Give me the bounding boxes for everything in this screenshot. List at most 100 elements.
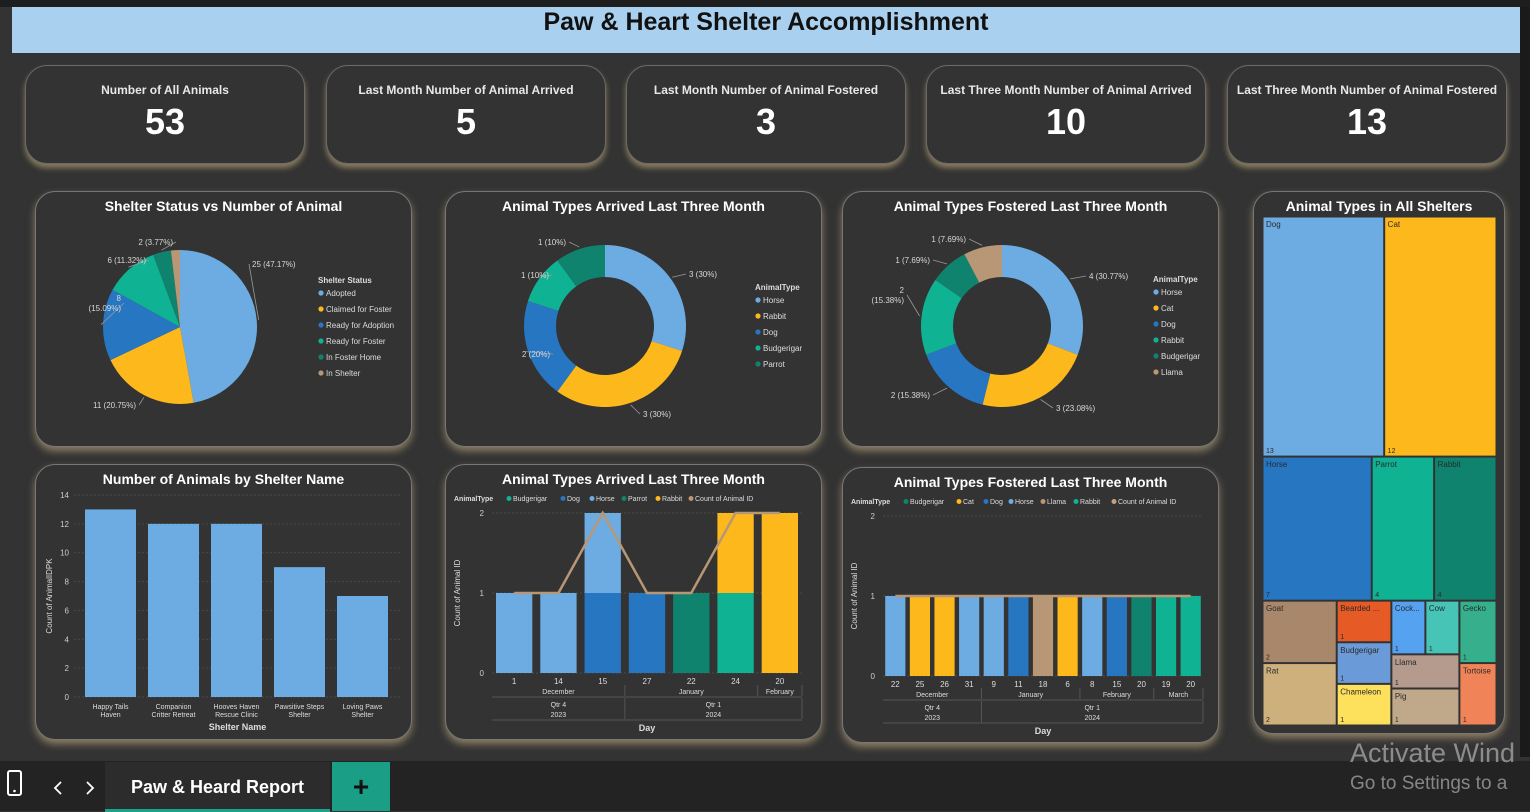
- stacked-bar-segment[interactable]: [934, 596, 955, 676]
- stacked-bar-segment[interactable]: [540, 593, 577, 673]
- slice-adopted[interactable]: [180, 250, 257, 403]
- slice-rabbit[interactable]: [557, 341, 683, 407]
- page-tab-paw-heard-report[interactable]: Paw & Heard Report: [105, 762, 330, 812]
- legend-marker[interactable]: [688, 496, 694, 501]
- legend-marker[interactable]: [755, 345, 761, 351]
- legend-marker[interactable]: [318, 338, 324, 344]
- stacked-bar-segment[interactable]: [673, 593, 710, 673]
- slice-horse[interactable]: [1002, 245, 1083, 355]
- legend-marker[interactable]: [1111, 499, 1117, 504]
- leader-line[interactable]: [138, 397, 145, 406]
- legend-marker[interactable]: [318, 290, 324, 296]
- stacked-bar-segment[interactable]: [495, 593, 533, 673]
- legend-marker[interactable]: [755, 297, 761, 303]
- stacked-bar-segment[interactable]: [584, 513, 621, 593]
- stacked-bar-segment[interactable]: [1106, 596, 1127, 676]
- legend-marker[interactable]: [506, 496, 512, 501]
- stacked-bar-segment[interactable]: [983, 596, 1004, 676]
- bar[interactable]: [85, 509, 136, 697]
- legend-marker[interactable]: [1153, 369, 1159, 375]
- legend-marker[interactable]: [1073, 499, 1079, 504]
- card-fostered-bar[interactable]: Animal Types Fostered Last Three Month A…: [842, 467, 1219, 743]
- legend-marker[interactable]: [755, 313, 761, 319]
- card-fostered-donut[interactable]: Animal Types Fostered Last Three Month 4…: [842, 191, 1219, 447]
- bar[interactable]: [337, 596, 388, 697]
- legend-marker[interactable]: [755, 329, 761, 335]
- stacked-bar-segment[interactable]: [1180, 596, 1201, 676]
- leader-line[interactable]: [630, 404, 641, 415]
- legend-marker[interactable]: [956, 499, 962, 504]
- stacked-bar-segment[interactable]: [761, 513, 799, 673]
- legend-marker[interactable]: [1153, 305, 1159, 311]
- stacked-bar-segment[interactable]: [1032, 596, 1054, 676]
- stacked-bar-segment[interactable]: [909, 596, 931, 676]
- stacked-bar-segment[interactable]: [717, 513, 754, 593]
- card-arrived-donut[interactable]: Animal Types Arrived Last Three Month 3 …: [445, 191, 822, 447]
- add-page-button[interactable]: +: [332, 762, 390, 811]
- fostered-stacked-bar-chart[interactable]: AnimalType Budgerigar Cat Dog Horse Llama Rabb…: [843, 468, 1218, 742]
- stacked-bar-segment[interactable]: [584, 593, 621, 673]
- kpi-card-all-animals[interactable]: Number of All Animals 53: [25, 65, 305, 164]
- slice-cat[interactable]: [982, 343, 1078, 407]
- stacked-bar-segment[interactable]: [1155, 596, 1177, 676]
- leader-line[interactable]: [1070, 275, 1087, 280]
- stacked-bar-segment[interactable]: [1082, 596, 1103, 676]
- card-shelter-bar[interactable]: Number of Animals by Shelter Name 024681…: [35, 464, 412, 740]
- legend-marker[interactable]: [318, 322, 324, 328]
- kpi-card-last-month-arrived[interactable]: Last Month Number of Animal Arrived 5: [326, 65, 606, 164]
- animal-types-treemap[interactable]: Dog 13 Cat 12 Horse 7 Parrot 4 Rabbit 4 Goat 2 Rat 2 B…: [1254, 192, 1504, 733]
- legend-marker[interactable]: [318, 306, 324, 312]
- arrived-donut-chart[interactable]: 3 (30%)3 (30%)2 (20%)1 (10%)1 (10%)Anima…: [446, 192, 821, 446]
- legend-marker[interactable]: [1153, 337, 1159, 343]
- leader-line[interactable]: [932, 259, 948, 265]
- legend-marker[interactable]: [318, 370, 324, 376]
- bar[interactable]: [148, 523, 199, 697]
- card-treemap[interactable]: Animal Types in All Shelters Dog 13 Cat 12 H…: [1253, 191, 1505, 734]
- legend-marker[interactable]: [621, 496, 627, 501]
- stacked-bar-segment[interactable]: [885, 596, 906, 676]
- leader-line[interactable]: [1040, 399, 1054, 409]
- legend-marker[interactable]: [655, 496, 661, 501]
- legend-marker[interactable]: [1040, 499, 1046, 504]
- leader-line[interactable]: [906, 294, 920, 317]
- slice-horse[interactable]: [605, 245, 686, 352]
- legend-marker[interactable]: [560, 496, 566, 501]
- legend-marker[interactable]: [1153, 289, 1159, 295]
- legend-marker[interactable]: [983, 499, 989, 504]
- legend-marker[interactable]: [1008, 499, 1014, 504]
- shelter-bar-chart[interactable]: 0 2 4 6 8 10 12 14 Happy TailsHaven CompanionCrit…: [36, 465, 411, 739]
- treemap-tile-parrot[interactable]: [1371, 456, 1435, 601]
- leader-line[interactable]: [968, 238, 983, 246]
- mobile-layout-icon[interactable]: [3, 769, 27, 799]
- legend-marker[interactable]: [903, 499, 909, 504]
- treemap-tile-horse[interactable]: [1262, 456, 1372, 601]
- prev-page-icon[interactable]: [51, 780, 65, 796]
- card-arrived-bar[interactable]: Animal Types Arrived Last Three Month An…: [445, 464, 822, 740]
- leader-line[interactable]: [672, 273, 687, 278]
- leader-line[interactable]: [568, 241, 580, 248]
- arrived-stacked-bar-chart[interactable]: AnimalType Budgerigar Dog Horse Parrot Rabbit…: [446, 465, 821, 739]
- legend-marker[interactable]: [1153, 353, 1159, 359]
- bar[interactable]: [211, 523, 262, 697]
- treemap-tile-cat[interactable]: [1384, 216, 1497, 457]
- stacked-bar-segment[interactable]: [1008, 596, 1029, 676]
- kpi-card-three-month-fostered[interactable]: Last Three Month Number of Animal Foster…: [1227, 65, 1507, 164]
- next-page-icon[interactable]: [83, 780, 97, 796]
- treemap-tile-dog[interactable]: [1262, 216, 1385, 457]
- kpi-card-last-month-fostered[interactable]: Last Month Number of Animal Fostered 3: [626, 65, 906, 164]
- legend-marker[interactable]: [589, 496, 595, 501]
- stacked-bar-segment[interactable]: [1131, 596, 1152, 676]
- stacked-bar-segment[interactable]: [959, 596, 980, 676]
- shelter-status-pie-chart[interactable]: 25 (47.17%) 11 (20.75%) 8(15.09%) 6 (11.32%…: [36, 192, 411, 446]
- card-shelter-status[interactable]: Shelter Status vs Number of Animal 25 (4…: [35, 191, 412, 447]
- legend-marker[interactable]: [755, 361, 761, 367]
- stacked-bar-segment[interactable]: [717, 593, 754, 673]
- slice-dog[interactable]: [926, 343, 991, 405]
- legend-marker[interactable]: [1153, 321, 1159, 327]
- kpi-card-three-month-arrived[interactable]: Last Three Month Number of Animal Arrive…: [926, 65, 1206, 164]
- bar[interactable]: [274, 567, 325, 697]
- stacked-bar-segment[interactable]: [628, 593, 666, 673]
- fostered-donut-chart[interactable]: 4 (30.77%) 3 (23.08%) 2 (15.38%) 2(15.38%) 1…: [843, 192, 1218, 446]
- treemap-tile-rabbit[interactable]: [1434, 456, 1497, 601]
- leader-line[interactable]: [932, 387, 948, 396]
